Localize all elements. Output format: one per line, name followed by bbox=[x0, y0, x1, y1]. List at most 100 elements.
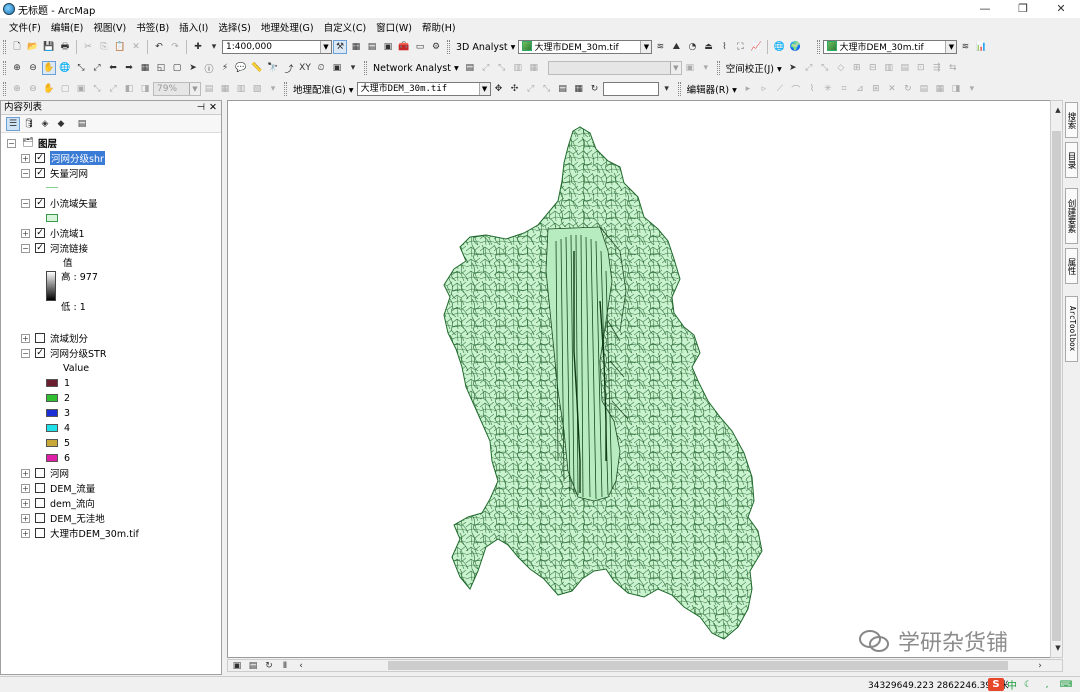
spatial-adjustment-menu[interactable]: 空间校正(J) ▾ bbox=[723, 61, 785, 75]
copy-icon[interactable]: ⎘ bbox=[97, 40, 111, 54]
link-table-icon[interactable]: ▦ bbox=[572, 82, 586, 96]
attribute-transfer-icon[interactable]: ⇶ bbox=[930, 61, 944, 75]
layer-checkbox[interactable] bbox=[35, 498, 45, 508]
change-layout-icon[interactable]: ▥ bbox=[234, 82, 248, 96]
area-adjust-icon[interactable]: ⊟ bbox=[866, 61, 880, 75]
close-button[interactable]: ✕ bbox=[1042, 0, 1080, 18]
layout-view-icon[interactable]: ▤ bbox=[246, 659, 260, 673]
zoom-whole-page-icon[interactable]: ▢ bbox=[58, 82, 72, 96]
data-view-icon[interactable]: ▣ bbox=[230, 659, 244, 673]
link-table-icon[interactable]: ▤ bbox=[898, 61, 912, 75]
scrollbar-thumb[interactable] bbox=[388, 661, 1008, 670]
menu-help[interactable]: 帮助(H) bbox=[417, 20, 461, 34]
map-horizontal-scrollbar[interactable]: ▣ ▤ ↻ Ⅱ ‹ › bbox=[227, 659, 1063, 672]
layer-checkbox[interactable]: ✓ bbox=[35, 198, 45, 208]
paste-icon[interactable]: 📋 bbox=[113, 40, 127, 54]
layer-checkbox[interactable]: ✓ bbox=[35, 348, 45, 358]
legend-symbol[interactable] bbox=[46, 180, 58, 194]
point-icon[interactable]: ✳ bbox=[821, 82, 835, 96]
rotate-edit-icon[interactable]: ↻ bbox=[901, 82, 915, 96]
html-popup-icon[interactable]: 💬 bbox=[234, 61, 248, 75]
collapse-icon[interactable]: − bbox=[21, 168, 30, 178]
data-driven-pages-icon[interactable]: ▧ bbox=[250, 82, 264, 96]
layer-row[interactable]: + 大理市DEM_30m.tif bbox=[21, 526, 139, 540]
end-point-arc-icon[interactable]: ⌒ bbox=[789, 82, 803, 96]
create-features-tab[interactable]: 创建要素 bbox=[1065, 188, 1078, 244]
time-slider-icon[interactable]: ⏲ bbox=[314, 61, 328, 75]
layout-overflow-icon[interactable]: ▾ bbox=[266, 82, 280, 96]
layer-checkbox[interactable]: ✓ bbox=[35, 168, 45, 178]
layer-checkbox[interactable] bbox=[35, 513, 45, 523]
create-features-icon[interactable]: ◨ bbox=[949, 82, 963, 96]
print-icon[interactable]: 🖶 bbox=[58, 40, 72, 54]
profile-graph-icon[interactable]: 📈 bbox=[749, 40, 763, 54]
modify-link-icon[interactable]: ⤡ bbox=[818, 61, 832, 75]
pan-icon[interactable]: ✋ bbox=[42, 61, 56, 75]
expand-icon[interactable]: + bbox=[21, 513, 30, 523]
toggle-draft-icon[interactable]: ▤ bbox=[202, 82, 216, 96]
catalog-icon[interactable]: ▤ bbox=[365, 40, 379, 54]
menu-customize[interactable]: 自定义(C) bbox=[319, 20, 372, 34]
menu-selection[interactable]: 选择(S) bbox=[213, 20, 255, 34]
collapse-icon[interactable]: − bbox=[7, 138, 16, 148]
legend-class[interactable]: 5 bbox=[46, 436, 70, 450]
arctoolbox-tab[interactable]: ArcToolbox bbox=[1065, 296, 1078, 362]
data-frame-row[interactable]: − 🗂 图层 bbox=[7, 136, 57, 150]
3d-layer-combo[interactable]: 大理市DEM_30m.tif ▼ bbox=[518, 40, 653, 54]
measure-icon[interactable]: 📏 bbox=[250, 61, 264, 75]
layout-back-icon[interactable]: ◧ bbox=[122, 82, 136, 96]
editor-toolbar-icon[interactable]: ⚒ bbox=[333, 40, 347, 54]
layer-checkbox[interactable] bbox=[35, 528, 45, 538]
menu-bookmarks[interactable]: 书签(B) bbox=[131, 20, 174, 34]
scroll-left-icon[interactable]: ‹ bbox=[294, 659, 308, 673]
punctuation-icon[interactable]: , bbox=[1040, 678, 1054, 692]
legend-class[interactable]: 3 bbox=[46, 406, 70, 420]
editor-menu[interactable]: 编辑器(R) ▾ bbox=[684, 82, 740, 96]
go-to-xy-icon[interactable]: XY bbox=[298, 61, 312, 75]
contour-icon[interactable]: ≋ bbox=[653, 40, 667, 54]
refresh-icon[interactable]: ↻ bbox=[262, 659, 276, 673]
find-route-icon[interactable]: ⤴ bbox=[282, 61, 296, 75]
georef-overflow-icon[interactable]: ▾ bbox=[660, 82, 674, 96]
layer-row[interactable]: + 河网 bbox=[21, 466, 69, 480]
add-data-icon[interactable]: ✚ bbox=[191, 40, 205, 54]
sa-select-icon[interactable]: ➤ bbox=[786, 61, 800, 75]
expand-icon[interactable]: + bbox=[21, 483, 30, 493]
modelbuilder-icon[interactable]: ⚙ bbox=[429, 40, 443, 54]
expand-icon[interactable]: + bbox=[21, 333, 30, 343]
layer-row[interactable]: + dem_流向 bbox=[21, 496, 95, 510]
catalog-tab[interactable]: 目录 bbox=[1065, 142, 1078, 178]
stretch-color-ramp[interactable] bbox=[46, 271, 56, 301]
network-analyst-menu[interactable]: Network Analyst ▾ bbox=[370, 63, 462, 74]
layout-icon[interactable]: ▦ bbox=[349, 40, 363, 54]
map-canvas[interactable] bbox=[228, 101, 1050, 657]
legend-symbol[interactable] bbox=[46, 211, 64, 225]
reshape-icon[interactable]: ⊿ bbox=[853, 82, 867, 96]
layer-row[interactable]: + DEM_流量 bbox=[21, 481, 95, 495]
menu-windows[interactable]: 窗口(W) bbox=[371, 20, 417, 34]
interpolate-point-icon[interactable]: ⏏ bbox=[701, 40, 715, 54]
layout-fixed-out-icon[interactable]: ⤢ bbox=[106, 82, 120, 96]
attributes-icon[interactable]: ▤ bbox=[917, 82, 931, 96]
find-icon[interactable]: 🔭 bbox=[266, 61, 280, 75]
toolbar-grip[interactable] bbox=[284, 82, 287, 96]
edit-vertices-icon[interactable]: ⌗ bbox=[837, 82, 851, 96]
na-build-icon[interactable]: ▣ bbox=[683, 61, 697, 75]
view-link-table-icon[interactable]: ▤ bbox=[556, 82, 570, 96]
redo-icon[interactable]: ↷ bbox=[168, 40, 182, 54]
collapse-icon[interactable]: − bbox=[21, 243, 30, 253]
zoom-out-icon[interactable]: ⊖ bbox=[26, 61, 40, 75]
cut-polygon-icon[interactable]: ⊞ bbox=[869, 82, 883, 96]
legend-class[interactable]: 6 bbox=[46, 451, 70, 465]
menu-geoprocessing[interactable]: 地理处理(G) bbox=[256, 20, 319, 34]
list-by-visibility-icon[interactable]: ◈ bbox=[38, 117, 52, 131]
layer-row[interactable]: − ✓ 小流域矢量 bbox=[21, 196, 98, 210]
new-document-icon[interactable]: 🗋 bbox=[10, 40, 24, 54]
full-extent-icon[interactable]: 🌐 bbox=[58, 61, 72, 75]
back-icon[interactable]: ⬅ bbox=[106, 61, 120, 75]
sogou-ime-icon[interactable]: S bbox=[988, 678, 1004, 691]
cut-icon[interactable]: ✂ bbox=[81, 40, 95, 54]
focus-frame-icon[interactable]: ▦ bbox=[218, 82, 232, 96]
collapse-icon[interactable]: − bbox=[21, 198, 30, 208]
layout-pan-icon[interactable]: ✋ bbox=[42, 82, 56, 96]
